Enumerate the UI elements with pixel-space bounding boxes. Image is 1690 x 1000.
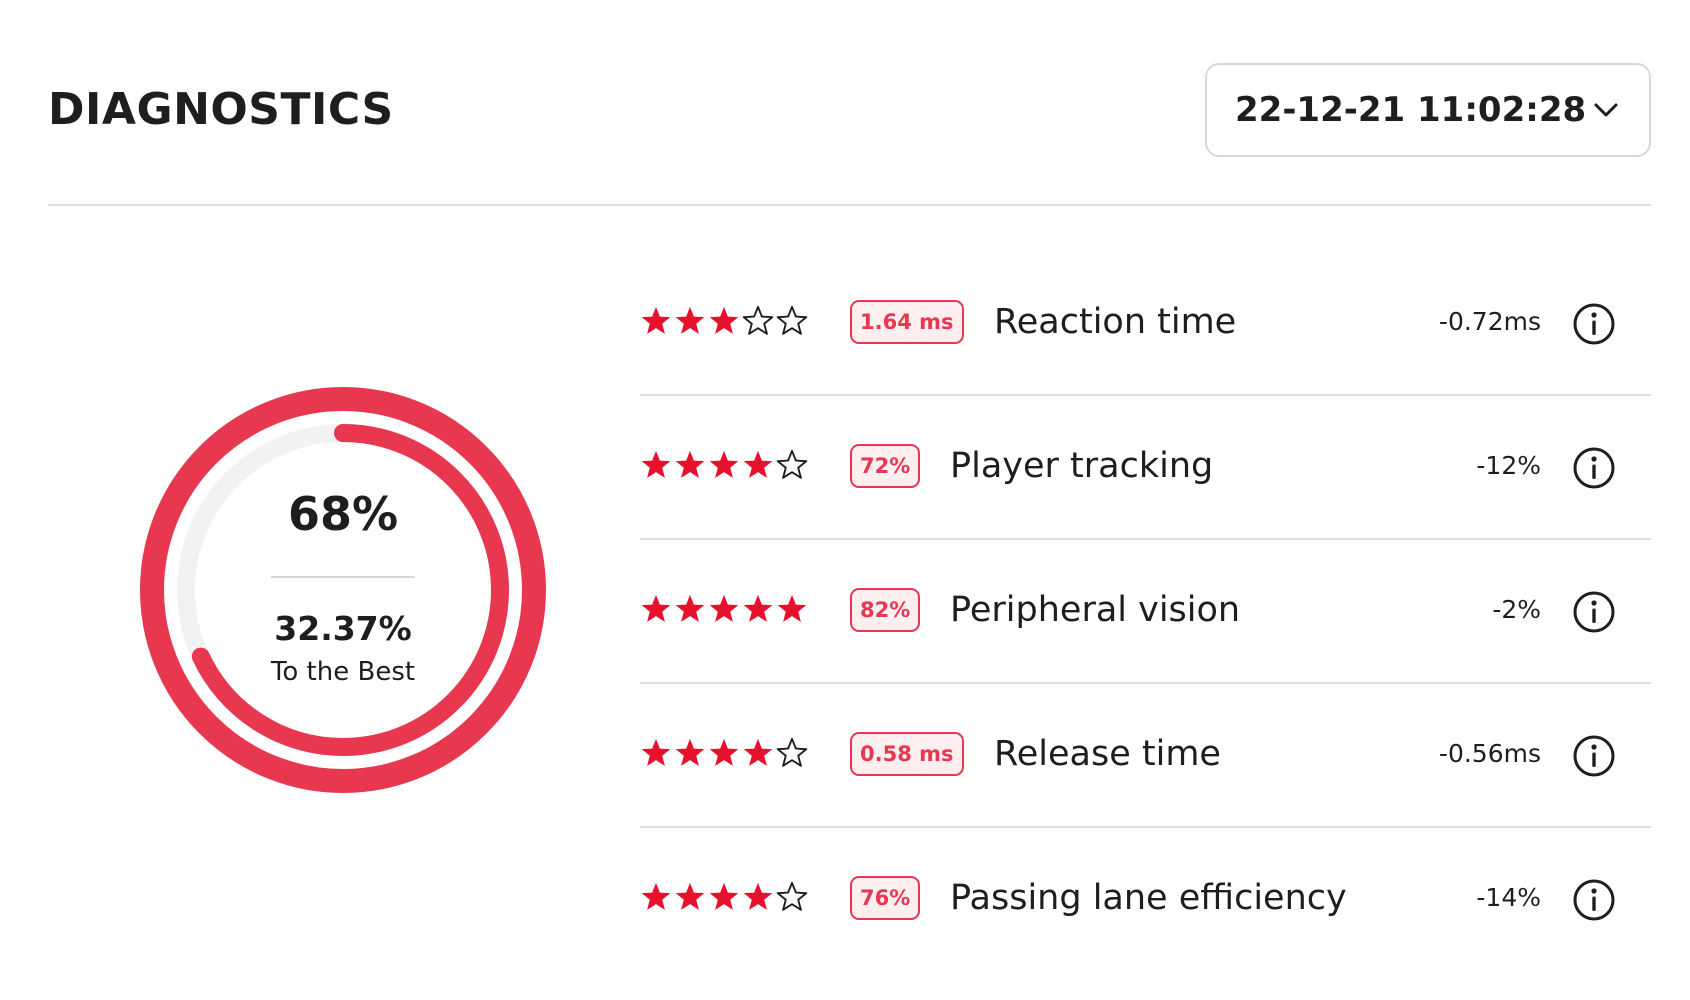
star-filled-icon: [743, 594, 773, 622]
metric-badge: 82%: [850, 588, 921, 632]
star-filled-icon: [641, 450, 671, 478]
score-value: 68%: [287, 487, 399, 541]
star-filled-icon: [777, 594, 807, 622]
star-empty-icon: [776, 305, 808, 335]
star-rating: [640, 737, 810, 771]
metric-delta: -0.72ms: [1438, 307, 1541, 336]
info-icon[interactable]: [1572, 734, 1616, 778]
metric-row: 0.58 ms Release time -0.56ms: [640, 684, 1651, 828]
star-filled-icon: [709, 882, 739, 910]
metric-name: Peripheral vision: [950, 590, 1241, 630]
star-filled-icon: [675, 594, 705, 622]
star-rating: [640, 305, 810, 339]
metric-row: 82% Peripheral vision -2%: [640, 540, 1651, 684]
star-filled-icon: [743, 882, 773, 910]
info-icon[interactable]: [1572, 302, 1616, 346]
score-gauge: 68% 32.37% To the Best: [140, 387, 546, 793]
metric-badge: 1.64 ms: [850, 300, 964, 344]
star-filled-icon: [675, 306, 705, 334]
star-filled-icon: [675, 450, 705, 478]
date-select[interactable]: 22-12-21 11:02:28: [1205, 63, 1651, 157]
metric-name: Player tracking: [950, 446, 1214, 486]
metric-name: Passing lane efficiency: [950, 878, 1347, 918]
metric-badge: 72%: [850, 444, 921, 488]
info-icon[interactable]: [1572, 878, 1616, 922]
star-rating: [640, 881, 810, 915]
star-empty-icon: [742, 305, 774, 335]
star-filled-icon: [641, 882, 671, 910]
to-best-label: To the Best: [270, 657, 416, 687]
metric-badge: 0.58 ms: [850, 732, 964, 776]
star-filled-icon: [709, 594, 739, 622]
chevron-down-icon: [1594, 103, 1618, 117]
to-best-value: 32.37%: [274, 609, 412, 648]
star-rating: [640, 449, 810, 483]
header-divider: [48, 204, 1651, 206]
info-icon[interactable]: [1572, 446, 1616, 490]
star-filled-icon: [709, 738, 739, 766]
star-empty-icon: [776, 449, 808, 479]
star-filled-icon: [641, 594, 671, 622]
metric-delta: -0.56ms: [1438, 739, 1541, 768]
star-filled-icon: [743, 450, 773, 478]
star-rating: [640, 593, 810, 627]
metric-row: 76% Passing lane efficiency -14%: [640, 828, 1651, 972]
star-filled-icon: [641, 738, 671, 766]
metric-row: 1.64 ms Reaction time -0.72ms: [640, 252, 1651, 396]
page-title: DIAGNOSTICS: [48, 84, 394, 135]
star-filled-icon: [675, 882, 705, 910]
metric-name: Release time: [994, 734, 1221, 774]
star-filled-icon: [709, 450, 739, 478]
star-filled-icon: [743, 738, 773, 766]
star-empty-icon: [776, 737, 808, 767]
star-empty-icon: [776, 881, 808, 911]
star-filled-icon: [641, 306, 671, 334]
metric-delta: -14%: [1476, 883, 1541, 912]
star-filled-icon: [675, 738, 705, 766]
metric-badge: 76%: [850, 876, 921, 920]
date-select-value: 22-12-21 11:02:28: [1235, 90, 1587, 130]
gauge-divider: [271, 576, 415, 578]
metric-name: Reaction time: [994, 302, 1237, 342]
metric-row: 72% Player tracking -12%: [640, 396, 1651, 540]
metric-delta: -12%: [1476, 451, 1541, 480]
metric-delta: -2%: [1492, 595, 1541, 624]
star-filled-icon: [709, 306, 739, 334]
metrics-list: 1.64 ms Reaction time -0.72ms 72% Player…: [640, 252, 1651, 972]
info-icon[interactable]: [1572, 590, 1616, 634]
